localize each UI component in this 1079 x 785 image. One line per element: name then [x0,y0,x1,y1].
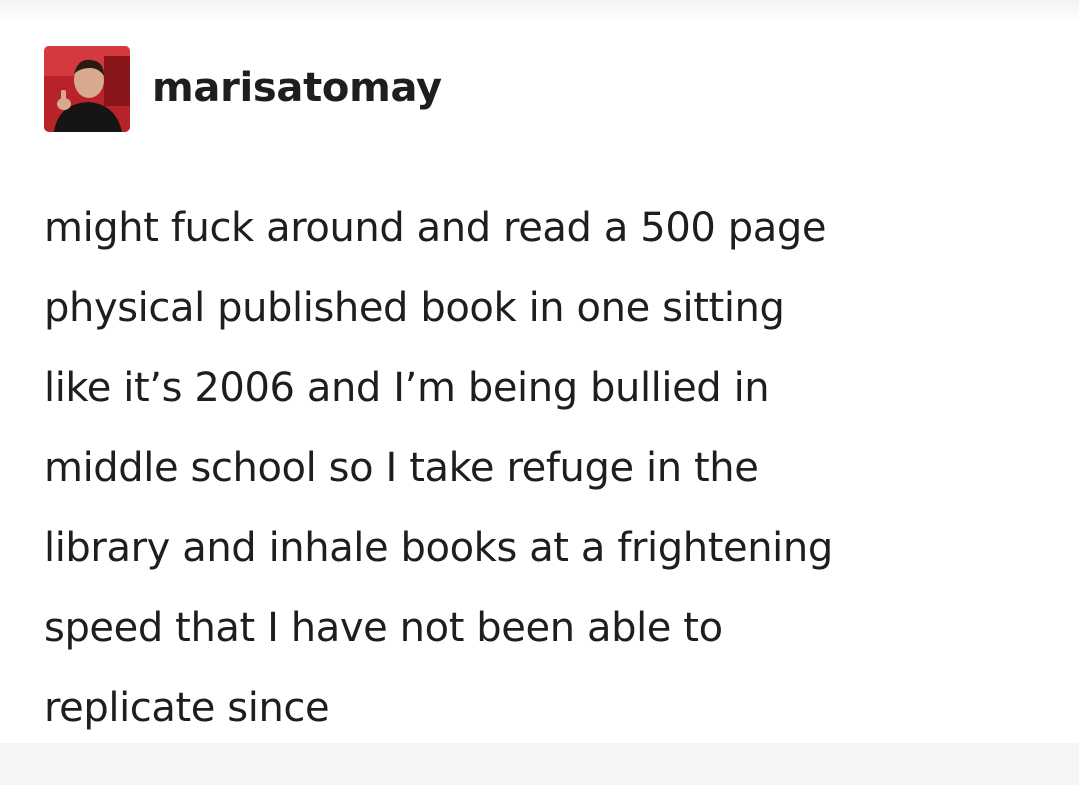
post-line: physical published book in one sitting [44,285,785,331]
post-line: might fuck around and read a 500 page [44,205,827,251]
post-header: marisatomay [44,46,442,132]
post-line: middle school so I take refuge in the [44,445,759,491]
bottom-edge-strip [0,743,1079,785]
top-edge-shade [0,0,1079,22]
post-line: replicate since [44,685,330,731]
post-line: library and inhale books at a frightenin… [44,525,833,571]
post-line: speed that I have not been able to [44,605,723,651]
user-avatar-icon[interactable] [44,46,130,132]
post-line: like it’s 2006 and I’m being bullied in [44,365,770,411]
username-link[interactable]: marisatomay [152,65,442,111]
tumblr-post: marisatomay might fuck around and read a… [0,0,1079,785]
post-body-text: might fuck around and read a 500 page ph… [44,188,1054,748]
